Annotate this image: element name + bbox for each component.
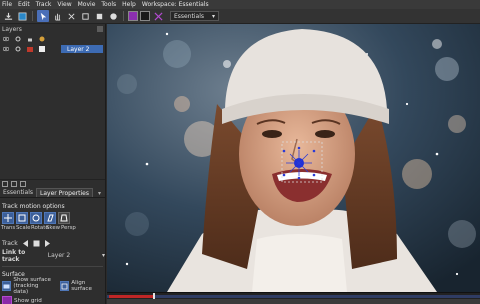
timeline-scrollbar[interactable]	[107, 299, 480, 304]
track-controls: Track	[0, 239, 105, 248]
video-frame	[107, 24, 480, 292]
eye-icon[interactable]	[3, 36, 9, 42]
skew-label: Skew	[46, 225, 61, 231]
track-backward-icon[interactable]	[22, 240, 29, 247]
link-to-track-label: Link to track	[2, 248, 26, 263]
scale-button[interactable]	[16, 212, 28, 224]
show-surface-button[interactable]	[2, 281, 12, 291]
translate-label: Trans	[1, 225, 16, 231]
link-to-track-select[interactable]: Layer 2 ▾	[48, 252, 105, 259]
hand-tool-icon[interactable]	[51, 10, 63, 22]
transform-tool-icon[interactable]	[65, 10, 77, 22]
chevron-down-icon: ▾	[212, 12, 216, 20]
layer-thumbnail	[39, 46, 45, 52]
left-panel: Layers Layer 2 Essentials Layer Properti…	[0, 24, 106, 304]
left-eye	[262, 130, 282, 138]
layers-panel-title: Layers	[2, 25, 22, 33]
timeline[interactable]	[107, 292, 480, 304]
menu-workspace[interactable]: Workspace: Essentials	[142, 1, 209, 8]
toolbar: Essentials ▾	[0, 9, 480, 24]
link-to-track-value: Layer 2	[47, 252, 71, 259]
toolbar-divider	[32, 11, 33, 21]
layers-panel-footer	[0, 179, 105, 188]
tracked-range-bar	[109, 295, 153, 298]
menu-track[interactable]: Track	[36, 1, 52, 8]
link-to-track-row: Link to track Layer 2 ▾	[0, 248, 105, 263]
layer-header-icons	[0, 34, 105, 44]
layer-list-empty	[0, 54, 105, 179]
section-divider	[2, 266, 103, 267]
lock-icon[interactable]	[27, 36, 33, 42]
workspace-select[interactable]: Essentials ▾	[170, 11, 220, 21]
circle-tool-icon[interactable]	[107, 10, 119, 22]
layers-panel-header: Layers	[0, 24, 105, 34]
foreground-color-swatch[interactable]	[128, 11, 138, 21]
translate-button[interactable]	[2, 212, 14, 224]
gear-icon[interactable]	[15, 46, 21, 52]
toolbar-divider	[123, 11, 124, 21]
gear-icon[interactable]	[15, 36, 21, 42]
layer-name[interactable]: Layer 2	[61, 45, 103, 53]
stop-icon[interactable]	[33, 240, 40, 247]
canvas-viewport[interactable]	[107, 24, 480, 292]
rotate-label: Rotate	[31, 225, 49, 231]
menu-movie[interactable]: Movie	[78, 1, 96, 8]
skew-button[interactable]	[44, 212, 56, 224]
crop-tool-icon[interactable]	[79, 10, 91, 22]
menu-bar: File Edit Track View Movie Tools Help Wo…	[0, 0, 480, 9]
perspective-button[interactable]	[58, 212, 70, 224]
menu-file[interactable]: File	[2, 1, 12, 8]
square-tool-icon[interactable]	[93, 10, 105, 22]
layer-row[interactable]: Layer 2	[0, 44, 105, 54]
delete-layer-icon[interactable]	[20, 181, 26, 187]
menu-help[interactable]: Help	[122, 1, 136, 8]
tab-essentials[interactable]: Essentials	[0, 188, 36, 197]
motion-option-buttons	[0, 212, 105, 224]
right-eye	[315, 130, 335, 138]
panel-tabs: Essentials Layer Properties ▾	[0, 188, 105, 198]
track-forward-icon[interactable]	[44, 240, 51, 247]
menu-edit[interactable]: Edit	[18, 1, 30, 8]
background-color-swatch[interactable]	[140, 11, 150, 21]
blend-icon[interactable]	[39, 36, 45, 42]
mask-icon[interactable]	[152, 10, 164, 22]
tab-layer-properties[interactable]: Layer Properties	[36, 188, 93, 197]
motion-options-title: Track motion options	[2, 202, 65, 210]
menu-view[interactable]: View	[57, 1, 71, 8]
duplicate-layer-icon[interactable]	[11, 181, 17, 187]
workspace-value: Essentials	[174, 12, 205, 20]
track-label: Track	[2, 240, 18, 247]
menu-tools[interactable]: Tools	[101, 1, 116, 8]
scale-label: Scale	[16, 225, 31, 231]
align-surface-button[interactable]	[59, 281, 70, 291]
new-layer-icon[interactable]	[2, 181, 8, 187]
show-grid-label: Show grid	[14, 298, 42, 304]
show-surface-text: Show surface (tracking data)	[13, 277, 51, 295]
select-tool-icon[interactable]	[37, 10, 49, 22]
export-icon[interactable]	[2, 10, 14, 22]
perspective-label: Persp	[61, 225, 76, 231]
scarf	[252, 234, 347, 292]
align-surface-label: Align surface	[71, 280, 92, 292]
eye-icon[interactable]	[3, 46, 9, 52]
motion-option-labels: Trans Scale Rotate Skew Persp	[0, 225, 105, 231]
timeline-track[interactable]	[107, 295, 480, 298]
panel-menu-icon[interactable]	[97, 26, 103, 32]
rotate-button[interactable]	[30, 212, 42, 224]
surface-options: Show surface (tracking data) Align surfa…	[0, 277, 105, 295]
chevron-down-icon[interactable]: ▾	[98, 190, 101, 197]
layer-icon[interactable]	[16, 10, 28, 22]
show-grid-row: Show grid	[0, 294, 105, 304]
tracking-data-label: (tracking data)	[13, 283, 39, 295]
chevron-down-icon: ▾	[101, 252, 105, 259]
layer-color-chip	[27, 46, 33, 52]
show-grid-button[interactable]	[2, 296, 12, 304]
